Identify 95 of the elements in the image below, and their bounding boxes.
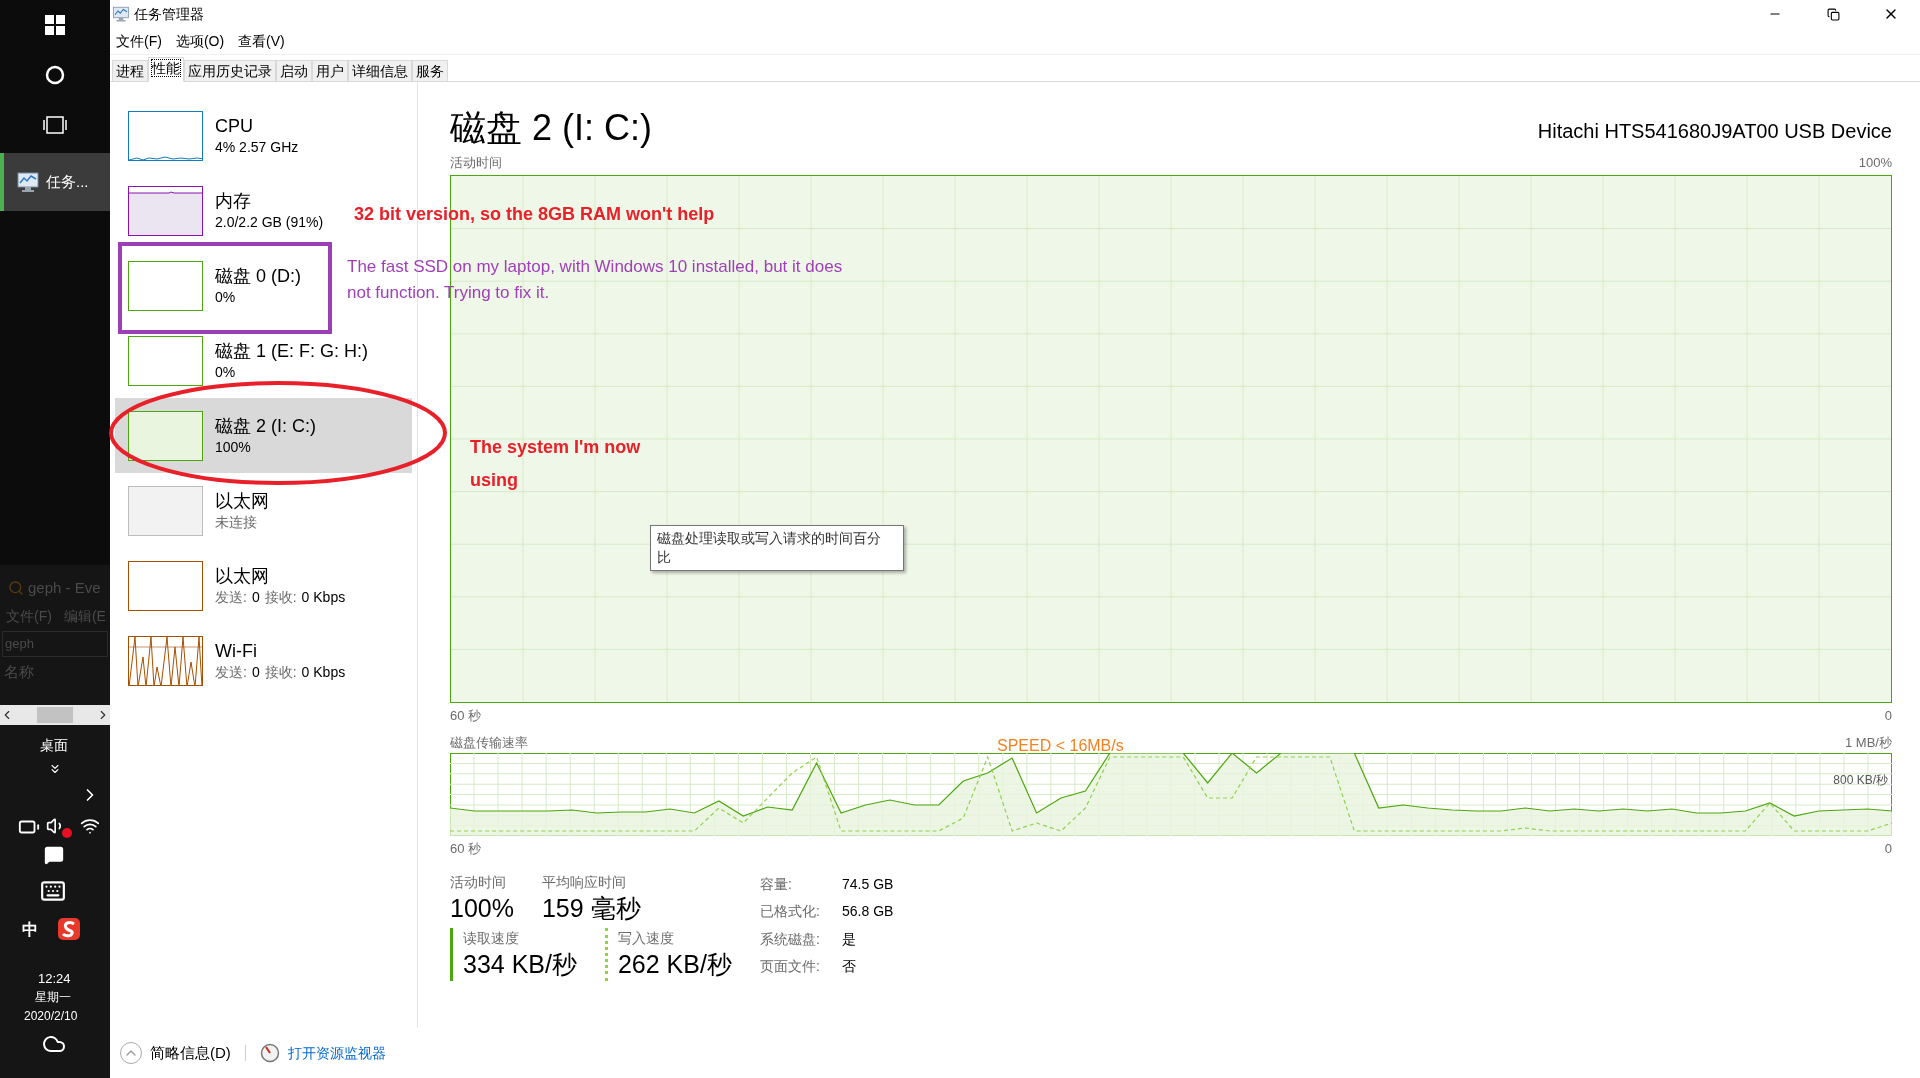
task-view-icon[interactable] <box>43 115 67 135</box>
item-detail: 未连接 <box>215 514 258 532</box>
annotation-text: The system I'm now <box>470 436 641 459</box>
search-icon <box>8 580 24 596</box>
axis-label: 0 <box>1884 706 1892 725</box>
axis-label: 1 MB/秒 <box>1845 734 1892 752</box>
axis-label: 800 KB/秒 <box>1833 771 1888 789</box>
sidebar-item[interactable]: 磁盘 1 (E: F: G: H:) 0% <box>115 323 376 398</box>
fewer-details-button[interactable]: 简略信息(D) <box>120 1041 231 1065</box>
send-label: 发送: <box>215 589 247 607</box>
menu-item[interactable]: 文件(F) <box>116 30 162 52</box>
item-name: CPU <box>215 114 254 137</box>
receive-value: 0 Kbps <box>301 664 346 682</box>
speed-value: 262 KB/秒 <box>617 949 732 981</box>
item-detail: 2.0/2.2 GB (91%) <box>215 214 324 232</box>
device-name: Hitachi HTS541680J9AT00 USB Device <box>1537 119 1892 144</box>
tab[interactable]: 启动 <box>276 60 312 82</box>
chart-label: 活动时间 <box>450 154 502 172</box>
receive-label: 接收: <box>264 664 297 682</box>
receive-label: 接收: <box>264 589 297 607</box>
sidebar-item[interactable]: CPU 4% 2.57 GHz <box>115 98 307 173</box>
desktop-label[interactable]: 桌面 <box>40 735 68 756</box>
item-name: 磁盘 2 (I: C:) <box>215 414 316 437</box>
axis-label: 60 秒 <box>450 706 482 725</box>
tab[interactable]: 用户 <box>312 60 348 82</box>
axis-label: 60 秒 <box>450 839 482 858</box>
item-name: 内存 <box>215 189 252 212</box>
property-value: 74.5 GB <box>842 875 894 894</box>
item-name: 磁盘 1 (E: F: G: H:) <box>215 339 368 362</box>
input-method-label[interactable]: 中 <box>22 918 38 942</box>
sidebar-item[interactable]: Wi-Fi 发送: 0 接收: 0 Kbps <box>115 623 354 698</box>
sidebar-item[interactable]: 磁盘 0 (D:) 0% <box>115 248 309 323</box>
circle-icon[interactable] <box>45 65 65 85</box>
item-detail: 4% 2.57 GHz <box>215 139 299 157</box>
tooltip: 磁盘处理读取或写入请求的时间百分比 <box>650 525 904 571</box>
item-name: 以太网 <box>215 489 269 512</box>
restore-icon <box>1826 7 1840 21</box>
monitor-chart-icon <box>16 170 40 194</box>
speed-label: 读取速度 <box>463 929 520 949</box>
item-detail: 100% <box>215 439 252 457</box>
send-value: 0 <box>251 589 260 607</box>
item-name: 以太网 <box>215 564 270 587</box>
gauge-icon <box>259 1043 280 1063</box>
wifi-icon[interactable] <box>80 816 100 836</box>
item-detail: 0% <box>215 289 237 307</box>
tab[interactable]: 服务 <box>412 60 448 82</box>
menu-item[interactable]: 查看(V) <box>238 30 285 52</box>
property-value: 是 <box>842 929 857 949</box>
axis-label: 100% <box>1858 154 1892 172</box>
stat-label: 平均响应时间 <box>541 873 627 892</box>
property-label: 页面文件: <box>760 957 821 977</box>
sidebar-item[interactable]: 以太网 未连接 <box>115 473 277 548</box>
send-value: 0 <box>251 664 260 682</box>
sidebar-item[interactable]: 以太网 发送: 0 接收: 0 Kbps <box>115 548 354 623</box>
receive-value: 0 Kbps <box>301 589 346 607</box>
item-detail: 0% <box>215 364 237 382</box>
property-label: 容量: <box>760 875 793 894</box>
annotation-text: SPEED < 16MB/s <box>997 736 1124 756</box>
tab[interactable]: 详细信息 <box>348 60 412 82</box>
tab[interactable]: 应用历史记录 <box>184 60 276 82</box>
property-label: 已格式化: <box>760 902 821 922</box>
speed-label: 写入速度 <box>617 929 675 949</box>
stat-value: 159 毫秒 <box>541 893 641 924</box>
taskbar-app-button[interactable]: 任务... <box>0 153 110 211</box>
property-value: 否 <box>842 957 857 977</box>
resource-monitor-link[interactable]: 打开资源监视器 <box>287 1042 386 1064</box>
menu-item[interactable]: 选项(O) <box>175 30 225 52</box>
windows-logo-icon[interactable] <box>45 15 65 35</box>
notification-icon[interactable] <box>44 845 64 865</box>
tab[interactable]: 进程 <box>112 60 148 82</box>
window-title: 任务管理器 <box>134 4 204 24</box>
disk-title: 磁盘 2 (I: C:) <box>450 110 652 146</box>
keyboard-icon[interactable] <box>40 878 66 904</box>
axis-label: 0 <box>1884 839 1892 858</box>
swirl-logo-icon[interactable] <box>58 918 80 940</box>
stat-value: 100% <box>450 893 514 924</box>
annotation-text: using <box>470 469 519 492</box>
clock-weekday[interactable]: 星期一 <box>35 988 71 1006</box>
property-value: 56.8 GB <box>842 902 894 922</box>
monitor-chart-icon <box>112 5 130 23</box>
property-label: 系统磁盘: <box>760 929 821 949</box>
stat-label: 活动时间 <box>450 873 507 892</box>
muted-speaker-icon[interactable] <box>46 816 72 838</box>
speed-value: 334 KB/秒 <box>463 949 577 981</box>
clock-time[interactable]: 12:24 <box>38 969 71 989</box>
chart-label: 磁盘传输速率 <box>450 734 528 752</box>
chevrons-down-icon[interactable] <box>48 762 62 776</box>
sidebar-item[interactable]: 内存 2.0/2.2 GB (91%) <box>115 173 332 248</box>
clock-date[interactable]: 2020/2/10 <box>24 1007 78 1025</box>
scroll-bar[interactable] <box>0 705 110 725</box>
sidebar-item[interactable]: 磁盘 2 (I: C:) 100% <box>115 398 412 473</box>
send-label: 发送: <box>215 664 247 682</box>
item-name: 磁盘 0 (D:) <box>215 264 301 287</box>
tab[interactable]: 性能 <box>148 57 184 82</box>
item-name: Wi-Fi <box>215 639 258 662</box>
